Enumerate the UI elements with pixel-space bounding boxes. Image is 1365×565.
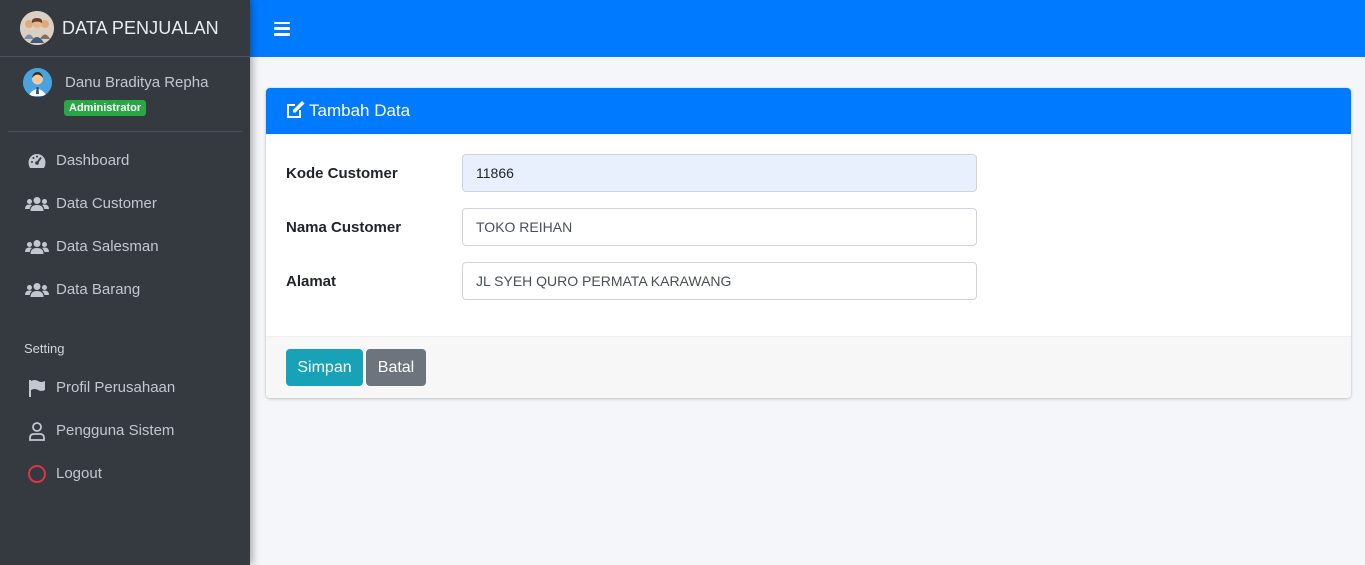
form-row-kode-customer: Kode Customer [286,154,986,192]
users-icon [25,280,49,300]
brand-link[interactable]: DATA PENJUALAN [0,0,250,57]
hamburger-icon[interactable] [274,21,290,36]
role-badge: Administrator [64,100,147,116]
user-avatar-icon[interactable] [23,68,52,97]
setting-nav: Profil Perusahaan Pengguna Sistem Logout [0,366,250,495]
tachometer-icon [25,151,49,171]
sidebar-item-label: Data Barang [56,281,141,298]
user-panel: Danu Braditya Repha Administrator [8,57,242,132]
card-header: Tambah Data [266,88,1351,134]
brand-title: DATA PENJUALAN [62,17,219,38]
alamat-input[interactable] [462,262,977,300]
top-navbar [250,0,1365,57]
sidebar-item-data-customer[interactable]: Data Customer [0,182,250,225]
cancel-button[interactable]: Batal [366,349,426,386]
circle-icon [25,464,49,484]
team-logo-icon [20,11,54,45]
nav-header-setting: Setting [24,341,65,356]
sidebar: DATA PENJUALAN Danu Braditya Repha Admin… [0,0,250,565]
kode-customer-input[interactable] [462,154,977,192]
sidebar-item-logout[interactable]: Logout [0,452,250,495]
sidebar-nav: Dashboard Data Customer Data Salesman Da… [0,139,250,311]
sidebar-item-label: Data Salesman [56,238,159,255]
nama-customer-input[interactable] [462,208,977,246]
kode-customer-label: Kode Customer [286,164,398,182]
save-button[interactable]: Simpan [286,349,363,386]
sidebar-item-data-salesman[interactable]: Data Salesman [0,225,250,268]
sidebar-item-data-barang[interactable]: Data Barang [0,268,250,311]
sidebar-item-label: Profil Perusahaan [56,379,176,396]
flag-icon [25,378,49,398]
form-row-alamat: Alamat [286,262,986,300]
user-outline-icon [25,421,49,441]
alamat-label: Alamat [286,272,337,290]
sidebar-item-label: Dashboard [56,152,130,169]
sidebar-item-label: Logout [56,465,102,482]
card-title: Tambah Data [309,101,411,120]
sidebar-item-label: Data Customer [56,195,157,212]
users-icon [25,237,49,257]
form-row-nama-customer: Nama Customer [286,208,986,246]
users-icon [25,194,49,214]
card-footer: Simpan Batal [266,336,1351,398]
add-data-card: Tambah Data Kode Customer Nama Customer … [266,88,1351,398]
sidebar-item-profil-perusahaan[interactable]: Profil Perusahaan [0,366,250,409]
nama-customer-label: Nama Customer [286,218,402,236]
sidebar-item-dashboard[interactable]: Dashboard [0,139,250,182]
sidebar-item-pengguna-sistem[interactable]: Pengguna Sistem [0,409,250,452]
user-name[interactable]: Danu Braditya Repha [65,74,208,91]
edit-icon [285,100,305,123]
sidebar-item-label: Pengguna Sistem [56,422,175,439]
